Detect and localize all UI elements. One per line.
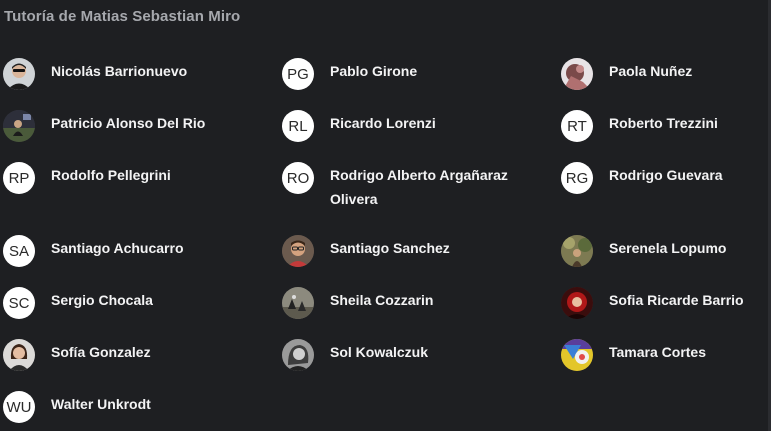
avatar: PG [282, 58, 314, 90]
member-name: Rodrigo Alberto Argañaraz Olivera [330, 167, 508, 207]
avatar [3, 58, 35, 90]
member-name: Walter Unkrodt [51, 396, 151, 412]
member-name: Patricio Alonso Del Rio [51, 115, 206, 131]
member-name: Sergio Chocala [51, 292, 153, 308]
member-item[interactable]: WU Walter Unkrodt [3, 389, 282, 431]
member-item[interactable]: Nicolás Barrionuevo [3, 56, 282, 108]
avatar: SC [3, 287, 35, 319]
avatar [561, 287, 593, 319]
avatar: RT [561, 110, 593, 142]
member-item[interactable]: RT Roberto Trezzini [561, 108, 763, 160]
member-item[interactable]: RG Rodrigo Guevara [561, 160, 763, 233]
member-item[interactable]: RO Rodrigo Alberto Argañaraz Olivera [282, 160, 561, 233]
avatar [561, 235, 593, 267]
member-item[interactable]: Sofía Gonzalez [3, 337, 282, 389]
avatar: RL [282, 110, 314, 142]
page-title: Tutoría de Matias Sebastian Miro [4, 8, 241, 25]
member-item[interactable]: PG Pablo Girone [282, 56, 561, 108]
member-name: Sol Kowalczuk [330, 344, 429, 360]
avatar: RP [3, 162, 35, 194]
member-item[interactable]: Sheila Cozzarin [282, 285, 561, 337]
member-name: Ricardo Lorenzi [330, 115, 436, 131]
member-name: Sofia Ricarde Barrio [609, 292, 744, 308]
member-name: Pablo Girone [330, 63, 418, 79]
member-item[interactable]: RP Rodolfo Pellegrini [3, 160, 282, 233]
avatar [3, 339, 35, 371]
avatar [561, 58, 593, 90]
tutoring-page: Tutoría de Matias Sebastian Miro Nicolás… [0, 0, 771, 431]
member-name: Serenela Lopumo [609, 240, 727, 256]
avatar [282, 287, 314, 319]
member-name: Rodrigo Guevara [609, 167, 723, 183]
member-item[interactable]: Sol Kowalczuk [282, 337, 561, 389]
avatar: RG [561, 162, 593, 194]
member-name: Roberto Trezzini [609, 115, 718, 131]
member-name: Tamara Cortes [609, 344, 707, 360]
member-item[interactable]: Sofia Ricarde Barrio [561, 285, 763, 337]
member-list: Nicolás Barrionuevo PG Pablo Girone Paol… [3, 56, 763, 431]
member-item[interactable]: RL Ricardo Lorenzi [282, 108, 561, 160]
avatar [3, 110, 35, 142]
member-name: Santiago Achucarro [51, 240, 184, 256]
avatar: SA [3, 235, 35, 267]
avatar [282, 339, 314, 371]
avatar: RO [282, 162, 314, 194]
member-name: Rodolfo Pellegrini [51, 167, 171, 183]
member-item[interactable]: Patricio Alonso Del Rio [3, 108, 282, 160]
member-item[interactable]: SA Santiago Achucarro [3, 233, 282, 285]
avatar: WU [3, 391, 35, 423]
avatar [561, 339, 593, 371]
member-item[interactable]: SC Sergio Chocala [3, 285, 282, 337]
member-item[interactable]: Serenela Lopumo [561, 233, 763, 285]
member-item[interactable]: Tamara Cortes [561, 337, 763, 389]
member-name: Paola Nuñez [609, 63, 693, 79]
member-name: Santiago Sanchez [330, 240, 450, 256]
member-item[interactable]: Santiago Sanchez [282, 233, 561, 285]
member-item[interactable]: Paola Nuñez [561, 56, 763, 108]
member-name: Sofía Gonzalez [51, 344, 151, 360]
avatar [282, 235, 314, 267]
member-name: Nicolás Barrionuevo [51, 63, 188, 79]
member-name: Sheila Cozzarin [330, 292, 434, 308]
